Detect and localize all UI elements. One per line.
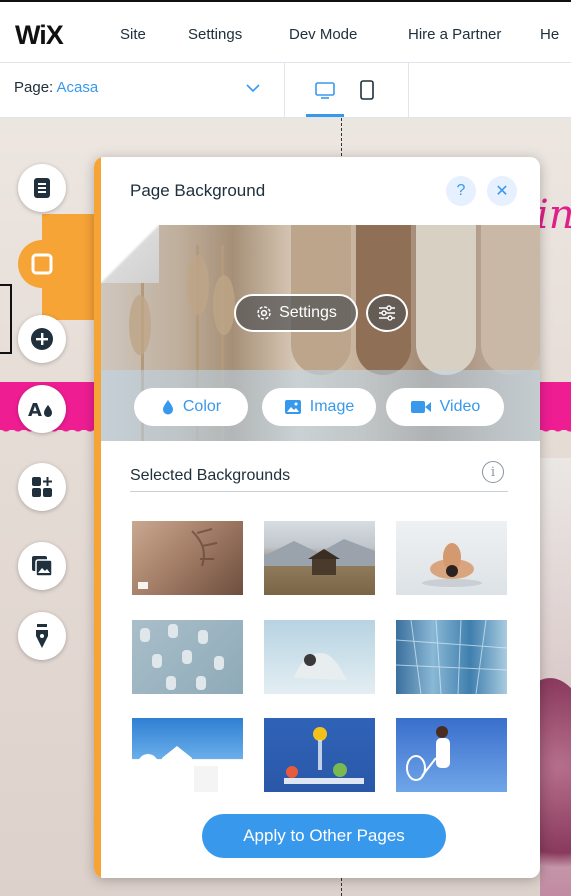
chevron-down-icon — [246, 80, 260, 96]
apps-icon[interactable] — [18, 463, 66, 511]
color-button[interactable]: Color — [134, 388, 248, 426]
menu-help[interactable]: He — [540, 26, 559, 43]
sliders-icon — [379, 305, 395, 321]
pages-icon[interactable] — [18, 164, 66, 212]
background-thumbnail[interactable] — [132, 620, 243, 694]
page-background-panel: Page Background ? ✕ Settings Color Image… — [94, 157, 540, 878]
svg-text:A: A — [28, 400, 42, 420]
image-icon — [284, 400, 301, 414]
image-button[interactable]: Image — [262, 388, 376, 426]
section-divider — [130, 491, 508, 492]
menu-settings[interactable]: Settings — [188, 26, 242, 43]
wix-logo[interactable]: WiX — [15, 20, 64, 51]
mobile-icon[interactable] — [355, 77, 379, 103]
divider — [408, 63, 409, 118]
background-thumbnail[interactable] — [396, 521, 507, 595]
menu-site[interactable]: Site — [120, 26, 146, 43]
background-thumbnail[interactable] — [132, 718, 243, 792]
gear-icon — [257, 306, 271, 320]
background-thumbnail[interactable] — [396, 718, 507, 792]
video-badge-icon — [138, 582, 148, 589]
image-label: Image — [309, 398, 355, 415]
page-label: Page: — [14, 79, 57, 96]
drop-icon — [162, 400, 173, 415]
background-thumbnail[interactable] — [264, 620, 375, 694]
page-curl — [101, 225, 159, 283]
video-button[interactable]: Video — [386, 388, 504, 426]
page-name: Acasa — [56, 79, 99, 96]
page-bar: Page: Acasa — [0, 63, 571, 118]
info-icon[interactable]: i — [482, 461, 504, 483]
apply-to-other-pages-button[interactable]: Apply to Other Pages — [202, 814, 446, 858]
page-selector[interactable]: Page: Acasa — [14, 79, 264, 103]
adjust-button[interactable] — [366, 294, 408, 332]
help-button[interactable]: ? — [446, 176, 476, 206]
background-icon[interactable] — [18, 240, 66, 288]
media-icon[interactable] — [18, 542, 66, 590]
selection-frame — [0, 284, 12, 354]
desktop-icon[interactable] — [306, 77, 344, 117]
menu-hire-a-partner[interactable]: Hire a Partner — [408, 26, 501, 43]
background-thumbnail[interactable] — [264, 521, 375, 595]
background-thumbnail[interactable] — [264, 718, 375, 792]
panel-accent-bar — [94, 157, 101, 878]
background-thumbnail[interactable] — [132, 521, 243, 595]
section-label: Selected Backgrounds — [130, 467, 291, 484]
top-menu-bar: WiX Site Settings Dev Mode Hire a Partne… — [0, 0, 571, 63]
video-icon — [410, 401, 431, 413]
video-label: Video — [439, 398, 481, 415]
add-icon[interactable] — [18, 315, 66, 363]
settings-button[interactable]: Settings — [234, 294, 358, 332]
background-thumbnail[interactable] — [396, 620, 507, 694]
blog-icon[interactable] — [18, 612, 66, 660]
theme-icon[interactable]: A — [18, 385, 66, 433]
menu-dev-mode[interactable]: Dev Mode — [289, 26, 357, 43]
divider — [284, 63, 285, 118]
left-tool-sidebar: A — [18, 160, 116, 660]
color-label: Color — [182, 398, 222, 415]
settings-label: Settings — [279, 304, 337, 321]
panel-title: Page Background — [130, 181, 266, 200]
site-script-text: in — [536, 192, 571, 238]
close-button[interactable]: ✕ — [487, 176, 517, 206]
